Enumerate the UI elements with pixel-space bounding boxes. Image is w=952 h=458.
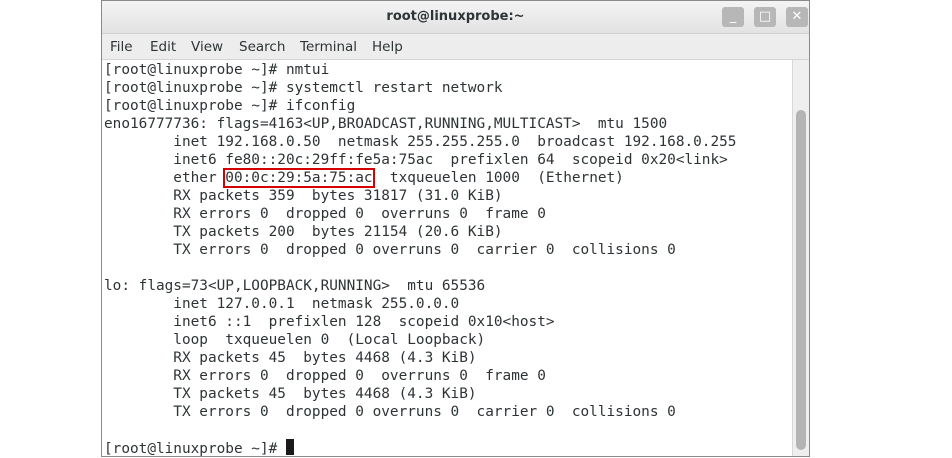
terminal-line: inet6 ::1 prefixlen 128 scopeid 0x10<hos… [104,314,555,330]
menu-help[interactable]: Help [372,39,403,55]
prompt-line: [root@linuxprobe ~]# [104,439,294,457]
mac-address-highlight: 00:0c:29:5a:75:ac [223,168,375,188]
terminal-line: TX packets 45 bytes 4468 (4.3 KiB) [104,386,477,402]
minimize-button[interactable]: _ [722,7,744,27]
menu-bar: File Edit View Search Terminal Help [102,34,809,60]
terminal-line: RX errors 0 dropped 0 overruns 0 frame 0 [104,368,546,384]
terminal-line: RX packets 45 bytes 4468 (4.3 KiB) [104,350,477,366]
menu-view[interactable]: View [191,39,223,55]
menu-terminal[interactable]: Terminal [300,39,357,55]
terminal-line: eno16777736: flags=4163<UP,BROADCAST,RUN… [104,116,668,132]
terminal-line: TX errors 0 dropped 0 overruns 0 carrier… [104,242,676,258]
menu-search[interactable]: Search [239,39,285,55]
menu-file[interactable]: File [110,39,133,55]
terminal-line: RX errors 0 dropped 0 overruns 0 frame 0 [104,206,546,222]
ether-prefix: ether [104,170,226,186]
terminal-line: inet 127.0.0.1 netmask 255.0.0.0 [104,296,460,312]
terminal-line: [root@linuxprobe ~]# ifconfig [104,98,356,114]
terminal-line: [root@linuxprobe ~]# systemctl restart n… [104,80,503,96]
terminal-line: RX packets 359 bytes 31817 (31.0 KiB) [104,188,503,204]
terminal-line: inet 192.168.0.50 netmask 255.255.255.0 … [104,134,737,150]
terminal-line: loop txqueuelen 0 (Local Loopback) [104,332,486,348]
title-bar[interactable]: root@linuxprobe:~ _ □ ✕ [102,1,809,34]
terminal-output[interactable]: [root@linuxprobe ~]# nmtui [root@linuxpr… [102,60,792,456]
terminal-line: [root@linuxprobe ~]# nmtui [104,62,330,78]
close-button[interactable]: ✕ [786,7,808,27]
terminal-line: TX errors 0 dropped 0 overruns 0 carrier… [104,404,676,420]
terminal-line: inet6 fe80::20c:29ff:fe5a:75ac prefixlen… [104,152,728,168]
shell-prompt: [root@linuxprobe ~]# [104,441,286,457]
terminal-window: root@linuxprobe:~ _ □ ✕ File Edit View S… [101,0,810,457]
terminal-line: TX packets 200 bytes 21154 (20.6 KiB) [104,224,503,240]
vertical-scrollbar[interactable] [792,60,809,456]
ether-suffix: txqueuelen 1000 (Ethernet) [372,170,624,186]
terminal-line: lo: flags=73<UP,LOOPBACK,RUNNING> mtu 65… [104,278,486,294]
window-title: root@linuxprobe:~ [386,9,525,24]
ether-line: ether 00:0c:29:5a:75:ac txqueuelen 1000 … [104,168,624,188]
text-cursor [285,439,294,455]
maximize-button[interactable]: □ [754,7,776,27]
scrollbar-thumb[interactable] [796,110,806,450]
menu-edit[interactable]: Edit [150,39,176,55]
